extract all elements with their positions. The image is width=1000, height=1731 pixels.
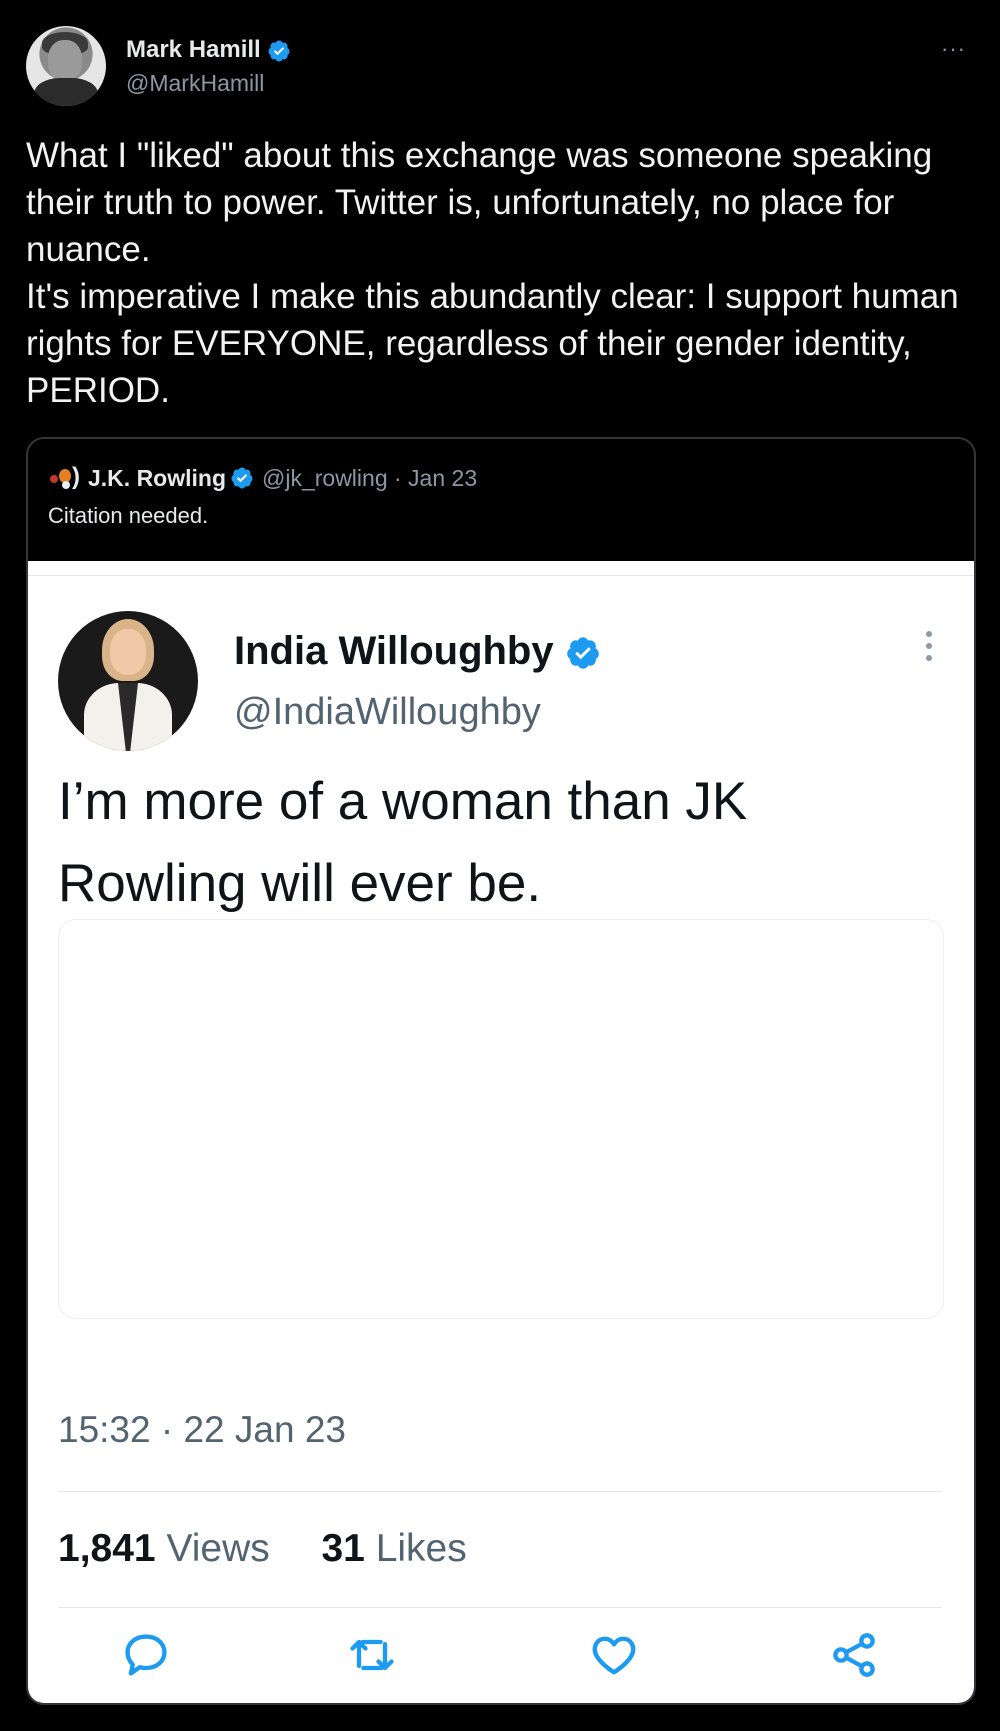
more-options-icon[interactable]: ··· (941, 36, 966, 62)
avatar-body-shape (34, 78, 98, 106)
retweet-icon (350, 1639, 394, 1671)
embedded-author-handle: @IndiaWilloughby (234, 691, 541, 733)
embedded-timestamp: 15:32 · 22 Jan 23 (58, 1409, 346, 1450)
heart-icon (592, 1636, 636, 1675)
quoted-tweet-header: ) J.K. Rowling @jk_rowling · Jan 23 (48, 461, 477, 495)
verified-badge-icon (566, 637, 599, 670)
tweet-text-paragraph: It's imperative I make this abundantly c… (26, 277, 959, 410)
likes-label: Likes (375, 1527, 467, 1570)
quoted-handle-date[interactable]: @jk_rowling · Jan 23 (262, 465, 477, 492)
more-options-dot (926, 655, 932, 661)
likes-count: 31 (321, 1527, 365, 1570)
reply-icon (125, 1634, 167, 1676)
avatar-shape (50, 475, 58, 483)
more-options-dot (926, 643, 932, 649)
embedded-author-name: India Willoughby (234, 629, 554, 673)
embedded-author-avatar (58, 611, 198, 751)
more-options-dot (926, 631, 932, 637)
embedded-tweet-text: I’m more of a woman than JK Rowling will… (58, 772, 748, 913)
tweet-text: What I "liked" about this exchange was s… (26, 132, 976, 414)
tweet-header: Mark Hamill @MarkHamill ··· (26, 26, 976, 108)
avatar-shape (62, 481, 70, 489)
author-handle[interactable]: @MarkHamill (126, 70, 264, 97)
views-count: 1,841 (58, 1527, 156, 1570)
divider (58, 1491, 942, 1492)
embedded-action-bar (28, 1629, 974, 1685)
quoted-author-avatar[interactable]: ) (48, 463, 80, 491)
more-options-icon (926, 631, 934, 667)
quoted-tweet-card[interactable]: ) J.K. Rowling @jk_rowling · Jan 23 Cita… (26, 437, 976, 1705)
avatar-face-shape (48, 40, 82, 80)
views-label: Views (166, 1527, 270, 1570)
author-name[interactable]: Mark Hamill (126, 36, 261, 63)
author-name-row[interactable]: Mark Hamill (126, 36, 291, 64)
embedded-media-placeholder (58, 919, 944, 1319)
author-avatar[interactable] (26, 26, 106, 106)
quoted-author-name[interactable]: J.K. Rowling (88, 465, 226, 492)
verified-badge-icon (268, 40, 290, 62)
verified-badge-icon (231, 467, 253, 489)
divider (58, 1607, 942, 1608)
share-icon (833, 1633, 875, 1677)
avatar-bracket-glyph: ) (72, 463, 80, 490)
tweet-text-paragraph: What I "liked" about this exchange was s… (26, 136, 933, 269)
avatar-face-shape (110, 629, 146, 675)
embedded-tweet-screenshot[interactable]: India Willoughby @IndiaWilloughby I’m mo… (28, 561, 974, 1703)
embedded-stats: 1,841 Views 31 Likes (58, 1527, 467, 1571)
embedded-author-name-row: India Willoughby (234, 629, 601, 674)
quoted-tweet-text: Citation needed. (48, 503, 209, 528)
divider (28, 575, 974, 576)
